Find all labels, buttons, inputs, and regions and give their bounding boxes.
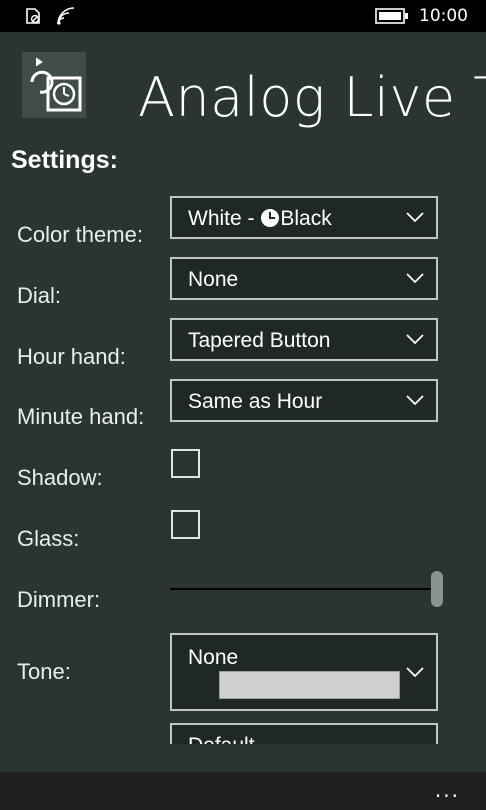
settings-title: Settings: <box>11 146 118 174</box>
dial-combo[interactable]: None <box>170 257 438 300</box>
minute-hand-combo[interactable]: Same as Hour <box>170 379 438 422</box>
app-title: Analog Live Ti <box>138 66 486 129</box>
chevron-down-icon <box>406 334 424 345</box>
hour-hand-label: Hour hand: <box>17 344 126 369</box>
minute-hand-label: Minute hand: <box>17 404 145 429</box>
tone-color-swatch <box>219 671 400 699</box>
app-bar: ... <box>0 772 486 810</box>
settings-scroll-area[interactable]: Analog Live Ti Settings: Color theme: Wh… <box>0 0 486 744</box>
clock-refresh-icon <box>30 57 82 112</box>
dimmer-label: Dimmer: <box>17 587 101 612</box>
dimmer-slider-track[interactable] <box>170 588 432 590</box>
app-logo <box>22 52 86 118</box>
color-theme-label: Color theme: <box>17 222 143 247</box>
partial-combo-value: Default <box>188 734 255 744</box>
shadow-label: Shadow: <box>17 465 103 490</box>
dimmer-slider-thumb[interactable] <box>431 571 443 607</box>
hour-hand-value: Tapered Button <box>188 329 331 352</box>
dial-value: None <box>188 268 239 291</box>
tone-value: None <box>188 646 239 669</box>
color-theme-combo[interactable]: White - Black <box>170 196 438 239</box>
color-theme-prefix: White - <box>188 207 261 230</box>
color-theme-suffix: Black <box>280 207 332 230</box>
glass-checkbox[interactable] <box>171 510 200 539</box>
more-options-button[interactable]: ... <box>435 778 460 802</box>
chevron-down-icon <box>406 667 424 678</box>
tone-combo[interactable]: None <box>170 633 438 711</box>
hour-hand-combo[interactable]: Tapered Button <box>170 318 438 361</box>
chevron-down-icon <box>406 273 424 284</box>
minute-hand-value: Same as Hour <box>188 390 323 413</box>
partial-combo[interactable]: Default <box>170 723 438 744</box>
glass-label: Glass: <box>17 526 80 551</box>
tone-label: Tone: <box>17 659 71 684</box>
dial-label: Dial: <box>17 283 62 308</box>
color-theme-value: White - Black <box>188 207 332 231</box>
shadow-checkbox[interactable] <box>171 449 200 478</box>
chevron-down-icon <box>406 395 424 406</box>
chevron-down-icon <box>406 212 424 223</box>
clock-icon <box>261 209 280 227</box>
